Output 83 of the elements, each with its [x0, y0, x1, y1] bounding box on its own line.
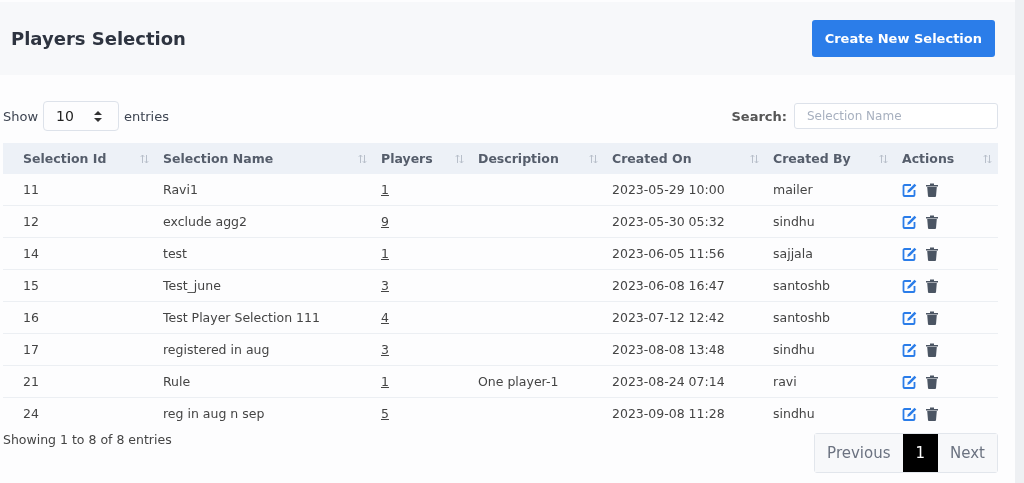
table-cell: 16 [3, 301, 155, 334]
table-cell: 2023-06-05 11:56 [604, 237, 765, 270]
edit-icon[interactable] [902, 310, 917, 325]
trash-icon[interactable] [926, 246, 938, 261]
table-cell: test [155, 237, 373, 270]
sort-icon [879, 153, 888, 164]
page-title: Players Selection [11, 28, 186, 49]
sort-icon [455, 153, 464, 164]
table-cell: 2023-08-08 13:48 [604, 333, 765, 366]
table-cell: registered in aug [155, 333, 373, 366]
trash-icon[interactable] [926, 182, 938, 197]
column-header[interactable]: Created On [604, 143, 765, 174]
trash-icon[interactable] [926, 406, 938, 421]
table-cell: santoshb [765, 301, 894, 334]
players-link[interactable]: 3 [381, 278, 389, 293]
players-link[interactable]: 1 [381, 182, 389, 197]
table-cell: sindhu [765, 333, 894, 366]
column-header[interactable]: Description [470, 143, 604, 174]
players-link[interactable]: 1 [381, 246, 389, 261]
trash-icon[interactable] [926, 342, 938, 357]
edit-icon[interactable] [902, 278, 917, 293]
table-cell: santoshb [765, 269, 894, 302]
table-cell: 2023-07-12 12:42 [604, 301, 765, 334]
table-cell: 2023-05-29 10:00 [604, 174, 765, 206]
sort-icon [140, 153, 149, 164]
edit-icon[interactable] [902, 342, 917, 357]
trash-icon[interactable] [926, 278, 938, 293]
column-header[interactable]: Players [373, 143, 470, 174]
table-cell: Rule [155, 365, 373, 398]
trash-icon[interactable] [926, 374, 938, 389]
edit-icon[interactable] [902, 406, 917, 421]
entries-info: Showing 1 to 8 of 8 entries [3, 432, 172, 447]
table-cell: 14 [3, 237, 155, 270]
column-header[interactable]: Selection Id [3, 143, 155, 174]
players-link[interactable]: 5 [381, 406, 389, 421]
table-cell: 21 [3, 365, 155, 398]
table-cell: ravi [765, 365, 894, 398]
create-selection-button[interactable]: Create New Selection [811, 20, 995, 57]
page-button[interactable]: Next [938, 434, 997, 472]
column-header[interactable]: Selection Name [155, 143, 373, 174]
table-cell: reg in aug n sep [155, 397, 373, 429]
table-cell: Test Player Selection 111 [155, 301, 373, 334]
table-cell: Test_june [155, 269, 373, 302]
players-link[interactable]: 4 [381, 310, 389, 325]
show-label: Show [3, 108, 39, 124]
players-link[interactable]: 1 [381, 374, 389, 389]
sort-icon [358, 153, 367, 164]
table-cell: 17 [3, 333, 155, 366]
table-cell: 2023-08-24 07:14 [604, 365, 765, 398]
table-cell: 24 [3, 397, 155, 429]
table-cell: 11 [3, 174, 155, 206]
table-cell: 15 [3, 269, 155, 302]
edit-icon[interactable] [902, 182, 917, 197]
table-cell: Ravi1 [155, 174, 373, 206]
players-link[interactable]: 9 [381, 214, 389, 229]
trash-icon[interactable] [926, 310, 938, 325]
table-cell: sindhu [765, 397, 894, 429]
search-label: Search: [731, 108, 787, 124]
column-header[interactable]: Actions [894, 143, 998, 174]
table-cell: 12 [3, 205, 155, 238]
table-cell: 2023-09-08 11:28 [604, 397, 765, 429]
table-cell: sindhu [765, 205, 894, 238]
search-field[interactable]: Selection Name [794, 103, 998, 129]
edit-icon[interactable] [902, 246, 917, 261]
entries-label: entries [123, 108, 169, 124]
sort-caret-icon [93, 110, 102, 122]
table-cell: One player-1 [470, 365, 604, 398]
page-button[interactable]: 1 [902, 434, 939, 472]
table-cell: sajjala [765, 237, 894, 270]
column-header[interactable]: Created By [765, 143, 894, 174]
page-button[interactable]: Previous [815, 434, 903, 472]
edit-icon[interactable] [902, 214, 917, 229]
edit-icon[interactable] [902, 374, 917, 389]
trash-icon[interactable] [926, 214, 938, 229]
sort-icon [983, 153, 992, 164]
sort-icon [750, 153, 759, 164]
players-link[interactable]: 3 [381, 342, 389, 357]
table-cell: 2023-06-08 16:47 [604, 269, 765, 302]
table-cell: exclude agg2 [155, 205, 373, 238]
sort-icon [589, 153, 598, 164]
table-cell: mailer [765, 174, 894, 206]
entries-select[interactable]: 10 [43, 101, 119, 131]
table-cell: 2023-05-30 05:32 [604, 205, 765, 238]
